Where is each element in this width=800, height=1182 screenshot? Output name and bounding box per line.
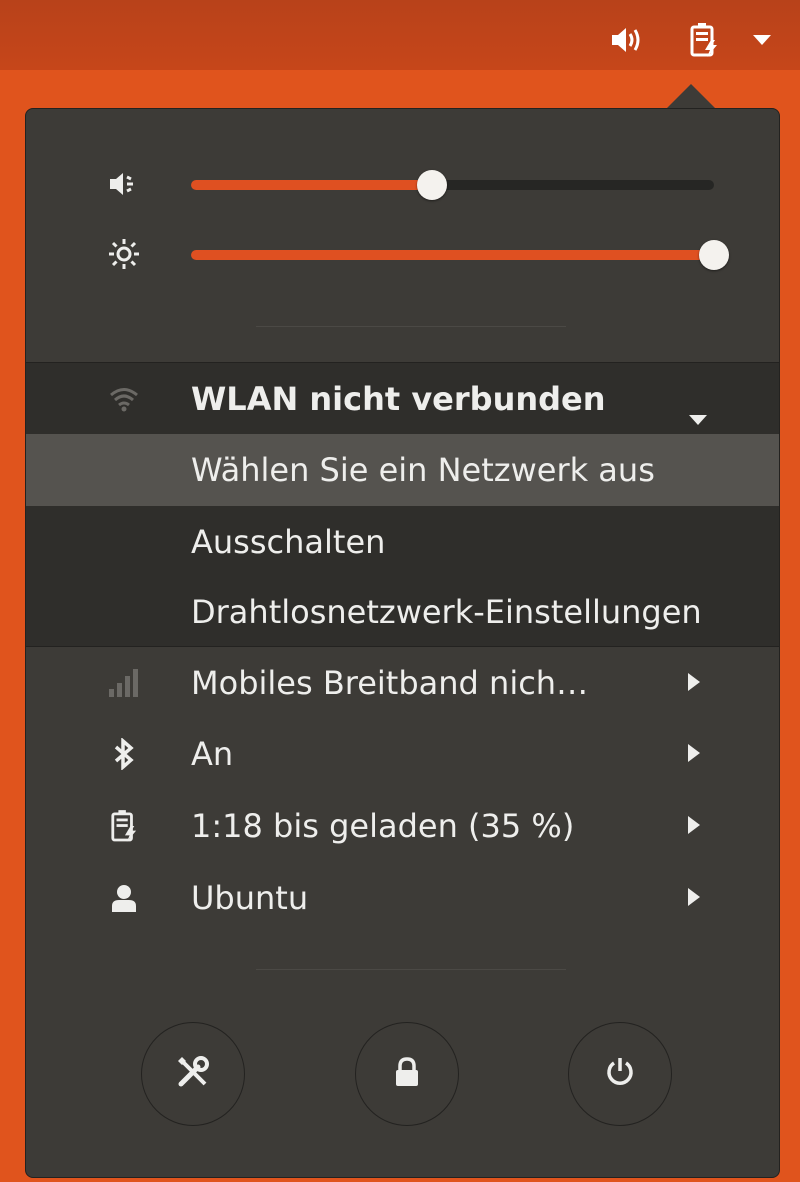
volume-slider-row bbox=[26, 159, 779, 209]
wifi-status-item[interactable]: WLAN nicht verbunden bbox=[26, 363, 779, 435]
settings-tools-icon bbox=[176, 1055, 210, 1093]
dropdown-arrow-icon[interactable] bbox=[742, 20, 782, 60]
settings-button[interactable] bbox=[141, 1022, 245, 1126]
brightness-slider-row bbox=[26, 229, 779, 279]
menu-pointer bbox=[667, 84, 715, 108]
mobile-broadband-item[interactable]: Mobiles Breitband nich… bbox=[26, 647, 779, 719]
power-icon bbox=[604, 1056, 636, 1092]
user-icon bbox=[108, 882, 140, 914]
brightness-icon bbox=[108, 238, 140, 270]
wifi-status-label: WLAN nicht verbunden bbox=[191, 380, 606, 418]
battery-charging-icon[interactable] bbox=[684, 20, 724, 60]
wifi-section: WLAN nicht verbunden Wählen Sie ein Netz… bbox=[26, 362, 779, 648]
chevron-down-icon bbox=[688, 396, 708, 434]
lock-button[interactable] bbox=[355, 1022, 459, 1126]
cellular-signal-icon bbox=[108, 667, 140, 699]
volume-slider[interactable] bbox=[191, 170, 714, 200]
chevron-right-icon bbox=[688, 816, 700, 834]
top-panel bbox=[0, 0, 800, 70]
bluetooth-label: An bbox=[191, 735, 234, 773]
wifi-select-network-item[interactable]: Wählen Sie ein Netzwerk aus bbox=[26, 434, 779, 506]
wifi-turn-off-label: Ausschalten bbox=[191, 523, 386, 561]
volume-low-icon bbox=[108, 168, 140, 200]
wifi-turn-off-item[interactable]: Ausschalten bbox=[26, 506, 779, 578]
bluetooth-item[interactable]: An bbox=[26, 718, 779, 790]
battery-charging-icon bbox=[108, 810, 140, 842]
audio-volume-high-icon[interactable] bbox=[607, 20, 647, 60]
bluetooth-icon bbox=[108, 738, 140, 770]
power-button[interactable] bbox=[568, 1022, 672, 1126]
brightness-slider-fill bbox=[191, 250, 714, 260]
mobile-broadband-label: Mobiles Breitband nich… bbox=[191, 664, 589, 702]
wifi-select-network-label: Wählen Sie ein Netzwerk aus bbox=[191, 451, 655, 489]
lock-icon bbox=[394, 1057, 420, 1091]
battery-item[interactable]: 1:18 bis geladen (35 %) bbox=[26, 790, 779, 862]
separator bbox=[256, 326, 566, 327]
wifi-icon bbox=[108, 383, 140, 415]
battery-label: 1:18 bis geladen (35 %) bbox=[191, 807, 575, 845]
user-label: Ubuntu bbox=[191, 879, 309, 917]
wifi-settings-label: Drahtlosnetzwerk-Einstellungen bbox=[191, 593, 702, 631]
chevron-right-icon bbox=[688, 744, 700, 762]
brightness-slider-handle[interactable] bbox=[699, 240, 729, 270]
wifi-settings-item[interactable]: Drahtlosnetzwerk-Einstellungen bbox=[26, 576, 779, 648]
volume-slider-fill bbox=[191, 180, 432, 190]
separator bbox=[256, 969, 566, 970]
volume-slider-handle[interactable] bbox=[416, 170, 447, 200]
chevron-right-icon bbox=[688, 888, 700, 906]
chevron-right-icon bbox=[688, 673, 700, 691]
system-menu: WLAN nicht verbunden Wählen Sie ein Netz… bbox=[25, 108, 780, 1178]
user-item[interactable]: Ubuntu bbox=[26, 862, 779, 934]
brightness-slider[interactable] bbox=[191, 240, 729, 270]
